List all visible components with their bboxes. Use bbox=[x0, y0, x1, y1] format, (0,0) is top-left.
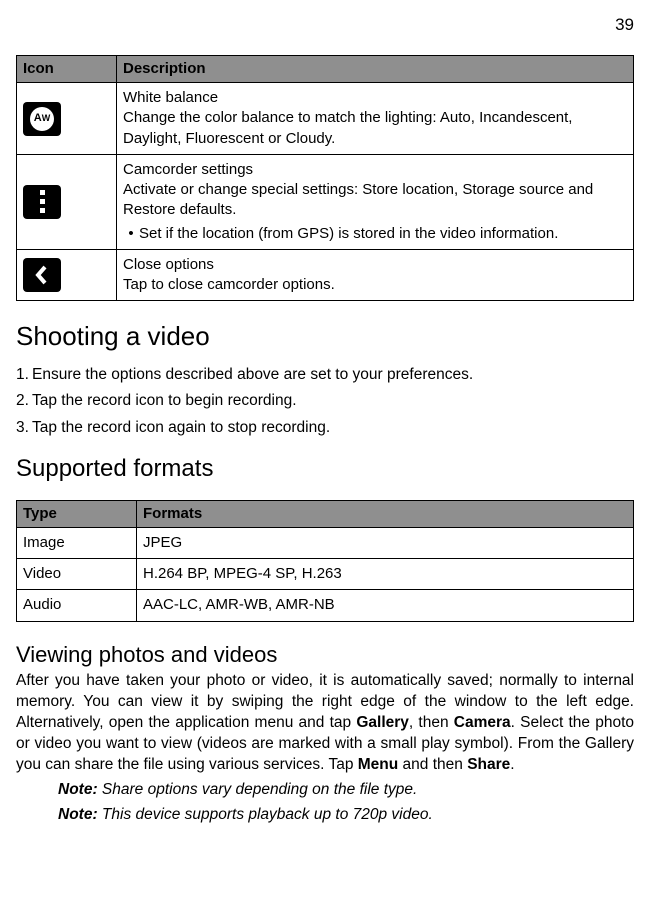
list-item: 3.Tap the record icon again to stop reco… bbox=[16, 418, 634, 439]
bold-share: Share bbox=[467, 756, 510, 773]
white-balance-icon: AW bbox=[23, 102, 61, 136]
row-title: Close options bbox=[123, 255, 627, 275]
table-row: AW White balance Change the color balanc… bbox=[17, 83, 634, 155]
shooting-steps: 1.Ensure the options described above are… bbox=[16, 365, 634, 440]
list-item: 2.Tap the record icon to begin recording… bbox=[16, 391, 634, 412]
camcorder-settings-icon bbox=[23, 185, 61, 219]
close-options-icon bbox=[23, 258, 61, 292]
bold-menu: Menu bbox=[358, 756, 398, 773]
row-body: Tap to close camcorder options. bbox=[123, 275, 627, 295]
cell-type: Audio bbox=[17, 590, 137, 621]
cell-type: Video bbox=[17, 559, 137, 590]
note-2: Note: This device supports playback up t… bbox=[58, 805, 634, 826]
page-number: 39 bbox=[16, 14, 634, 37]
row-title: White balance bbox=[123, 88, 627, 108]
heading-supported-formats: Supported formats bbox=[16, 453, 634, 485]
viewing-paragraph: After you have taken your photo or video… bbox=[16, 671, 634, 776]
col-header-icon: Icon bbox=[17, 55, 117, 82]
heading-viewing: Viewing photos and videos bbox=[16, 640, 634, 670]
cell-formats: AAC-LC, AMR-WB, AMR-NB bbox=[137, 590, 634, 621]
icon-description-table: Icon Description AW White balance Change… bbox=[16, 55, 634, 302]
row-bullet: •Set if the location (from GPS) is store… bbox=[123, 224, 627, 244]
col-header-description: Description bbox=[117, 55, 634, 82]
heading-shooting-video: Shooting a video bbox=[16, 319, 634, 354]
row-body: Change the color balance to match the li… bbox=[123, 108, 627, 149]
row-title: Camcorder settings bbox=[123, 160, 627, 180]
bold-gallery: Gallery bbox=[356, 714, 409, 731]
table-row: Audio AAC-LC, AMR-WB, AMR-NB bbox=[17, 590, 634, 621]
cell-formats: JPEG bbox=[137, 527, 634, 558]
table-row: Camcorder settings Activate or change sp… bbox=[17, 154, 634, 249]
table-row: Close options Tap to close camcorder opt… bbox=[17, 249, 634, 301]
note-1: Note: Share options vary depending on th… bbox=[58, 780, 634, 801]
col-header-formats: Formats bbox=[137, 500, 634, 527]
bold-camera: Camera bbox=[454, 714, 511, 731]
row-body: Activate or change special settings: Sto… bbox=[123, 180, 627, 221]
cell-formats: H.264 BP, MPEG-4 SP, H.263 bbox=[137, 559, 634, 590]
col-header-type: Type bbox=[17, 500, 137, 527]
cell-type: Image bbox=[17, 527, 137, 558]
table-row: Image JPEG bbox=[17, 527, 634, 558]
supported-formats-table: Type Formats Image JPEG Video H.264 BP, … bbox=[16, 500, 634, 622]
list-item: 1.Ensure the options described above are… bbox=[16, 365, 634, 386]
table-row: Video H.264 BP, MPEG-4 SP, H.263 bbox=[17, 559, 634, 590]
